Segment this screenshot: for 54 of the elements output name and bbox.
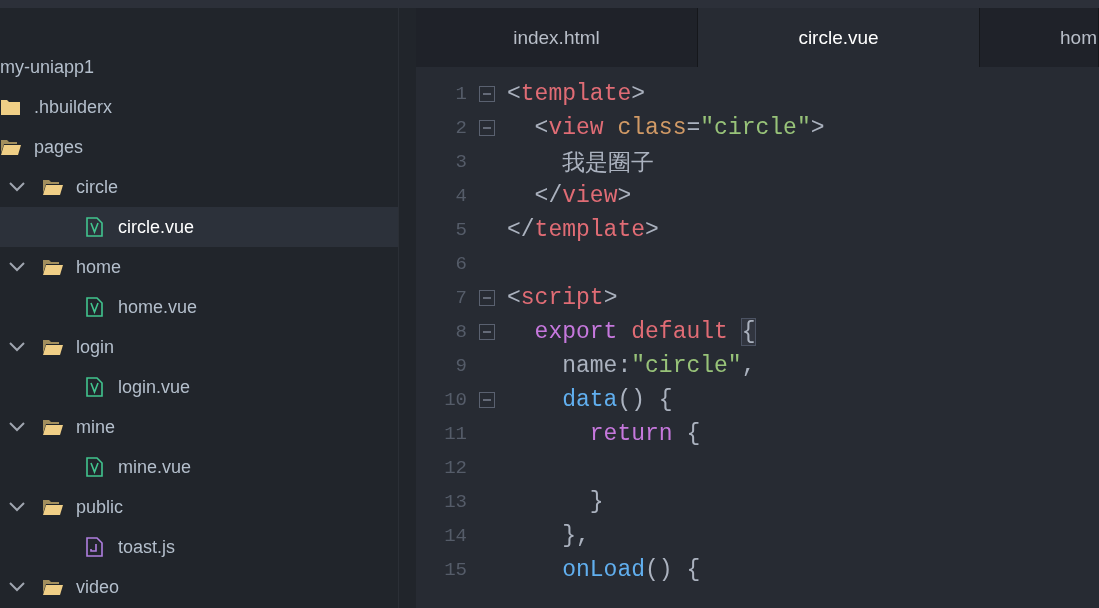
js-file-icon xyxy=(86,537,103,557)
open-folder-icon xyxy=(0,138,21,156)
collapse-icon[interactable] xyxy=(479,86,495,102)
file-tree-item[interactable]: my-uniapp1 xyxy=(0,47,398,87)
file-tree-item[interactable]: mine xyxy=(0,407,398,447)
code-line: } xyxy=(588,489,604,515)
code-line: data() { xyxy=(561,387,673,413)
code-line: onLoad() { xyxy=(561,557,701,583)
chevron-down-icon[interactable] xyxy=(8,261,26,273)
open-folder-icon xyxy=(42,418,63,436)
code-line: <view class="circle"> xyxy=(533,115,825,141)
collapse-icon[interactable] xyxy=(479,392,495,408)
chevron-down-icon[interactable] xyxy=(8,501,26,513)
file-tree-item[interactable]: video xyxy=(0,567,398,607)
file-tree-item[interactable]: home.vue xyxy=(0,287,398,327)
open-folder-icon xyxy=(42,258,63,276)
open-folder-icon xyxy=(42,498,63,516)
code-line: </template> xyxy=(507,217,659,243)
collapse-icon[interactable] xyxy=(479,324,495,340)
file-tree-item[interactable]: login.vue xyxy=(0,367,398,407)
code-line: }, xyxy=(561,523,590,549)
code-line: </view> xyxy=(533,183,632,209)
open-folder-icon xyxy=(42,338,63,356)
code-line: 我是圈子 xyxy=(561,149,655,178)
code-line: <template> xyxy=(507,81,646,107)
file-tree-item[interactable]: circle.vue xyxy=(0,207,398,247)
open-folder-icon xyxy=(42,178,63,196)
open-folder-icon xyxy=(42,578,63,596)
folder-icon xyxy=(0,98,21,116)
code-line: name:"circle", xyxy=(561,353,756,379)
file-tree-item[interactable]: toast.js xyxy=(0,527,398,567)
editor-tab[interactable]: index.html xyxy=(416,8,698,67)
chevron-down-icon[interactable] xyxy=(8,181,26,193)
file-tree-item[interactable]: circle xyxy=(0,167,398,207)
chevron-down-icon[interactable] xyxy=(8,421,26,433)
file-tree-item[interactable]: .hbuilderx xyxy=(0,87,398,127)
code-line: export default { xyxy=(533,319,756,345)
code-line: <script> xyxy=(507,285,618,311)
code-line: return { xyxy=(588,421,701,447)
file-tree-item[interactable]: login xyxy=(0,327,398,367)
editor-tab[interactable]: circle.vue xyxy=(698,8,980,67)
vue-file-icon xyxy=(86,297,103,317)
editor-tab[interactable]: hom xyxy=(980,8,1099,67)
file-tree-item[interactable]: public xyxy=(0,487,398,527)
chevron-down-icon[interactable] xyxy=(8,581,26,593)
file-tree-item[interactable]: pages xyxy=(0,127,398,167)
file-tree-item[interactable]: home xyxy=(0,247,398,287)
vue-file-icon xyxy=(86,217,103,237)
chevron-down-icon[interactable] xyxy=(8,341,26,353)
collapse-icon[interactable] xyxy=(479,290,495,306)
vue-file-icon xyxy=(86,457,103,477)
vue-file-icon xyxy=(86,377,103,397)
collapse-icon[interactable] xyxy=(479,120,495,136)
file-tree-item[interactable]: mine.vue xyxy=(0,447,398,487)
